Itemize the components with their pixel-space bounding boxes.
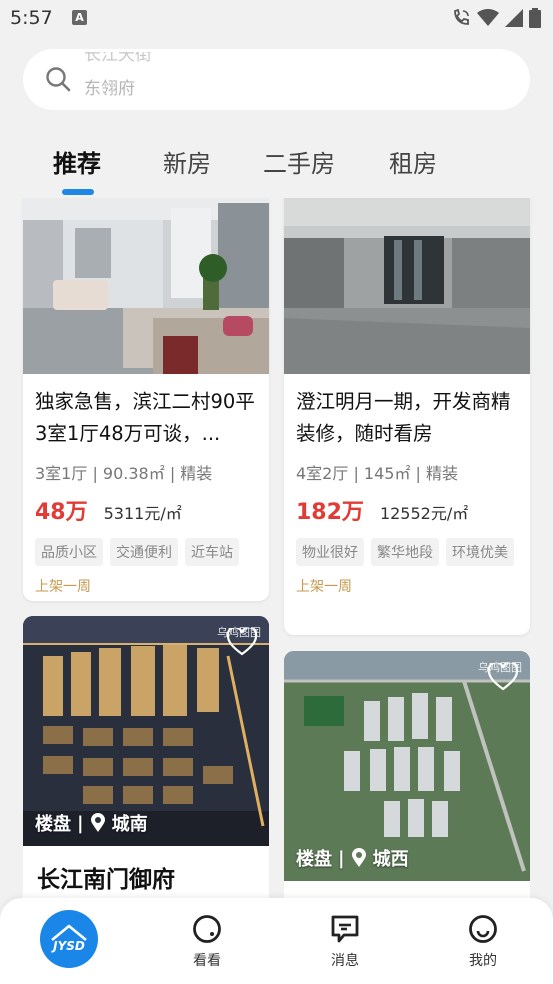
search-bar[interactable]: 长江天街 东翎府 [23, 49, 530, 110]
listing-time: 上架一周 [296, 579, 352, 595]
look-icon [193, 915, 221, 943]
tab-new-house[interactable]: 新房 [163, 144, 211, 179]
project-image: 乌鸡图图 楼盘 | 城西 [284, 651, 530, 881]
favorite-heart-icon[interactable] [488, 663, 518, 691]
nav-messages-label: 消息 [331, 953, 359, 969]
message-icon [331, 915, 359, 943]
location-pin-icon [351, 848, 366, 867]
listing-photo [23, 198, 269, 374]
nav-profile[interactable]: 我的 [453, 914, 513, 970]
search-placeholder-line1: 长江天街 [84, 52, 152, 65]
listing-unit-price: 5311元/㎡ [103, 504, 182, 523]
project-card[interactable]: 乌鸡图图 楼盘 | 城西 [284, 651, 530, 898]
listing-tag: 物业很好 [296, 538, 364, 566]
notification-icon: A [72, 10, 87, 25]
project-area: 城西 [372, 849, 409, 870]
listing-unit-price: 12552元/㎡ [379, 504, 469, 523]
listing-card[interactable]: 独家急售，滨江二村90平3室1厅48万可谈，... 3室1厅 | 90.38㎡ … [23, 198, 269, 601]
project-name: 长江南门御府 [37, 867, 175, 893]
listing-tag: 环境优美 [446, 538, 514, 566]
listing-card[interactable]: 澄江明月一期，开发商精装修，随时看房 4室2厅 | 145㎡ | 精装 182万… [284, 198, 530, 635]
project-type: 楼盘 [296, 849, 332, 870]
nav-look-label: 看看 [193, 953, 221, 969]
home-logo-button[interactable]: JYSD [40, 910, 98, 968]
listing-feed[interactable]: 独家急售，滨江二村90平3室1厅48万可谈，... 3室1厅 | 90.38㎡ … [0, 198, 553, 898]
listing-tags: 品质小区 交通便利 近车站 [35, 538, 257, 566]
nav-messages[interactable]: 消息 [315, 914, 375, 970]
house-logo-icon: JYSD [51, 924, 87, 953]
signal-icon [505, 9, 523, 27]
listing-tags: 物业很好 繁华地段 环境优美 [296, 538, 518, 566]
divider: | [77, 812, 84, 834]
listing-tag: 近车站 [185, 538, 239, 566]
favorite-heart-icon[interactable] [227, 628, 257, 656]
search-icon [46, 67, 71, 92]
nav-profile-label: 我的 [469, 953, 497, 969]
listing-tag: 繁华地段 [371, 538, 439, 566]
listing-tag: 品质小区 [35, 538, 103, 566]
project-tag: 楼盘 | 城西 [296, 845, 409, 871]
project-tag: 楼盘 | 城南 [35, 810, 148, 836]
listing-price: 48万 [35, 500, 88, 525]
logo-text: JYSD [51, 939, 85, 953]
profile-icon [469, 915, 497, 943]
status-time: 5:57 [10, 7, 53, 29]
wifi-icon [477, 9, 499, 26]
project-type: 楼盘 [35, 814, 71, 835]
tab-recommend[interactable]: 推荐 [53, 144, 101, 179]
search-placeholder-line2: 东翎府 [84, 79, 135, 96]
listing-spec: 4室2厅 | 145㎡ | 精装 [296, 464, 459, 483]
tab-second-hand[interactable]: 二手房 [263, 144, 335, 179]
project-card[interactable]: 乌鸡图图 楼盘 | 城南 长江南门御府 [23, 616, 269, 898]
project-image: 乌鸡图图 楼盘 | 城南 [23, 616, 269, 846]
listing-price: 182万 [296, 500, 364, 525]
listing-time: 上架一周 [35, 579, 91, 595]
listing-photo [284, 198, 530, 374]
divider: | [338, 847, 345, 869]
listing-tag: 交通便利 [110, 538, 178, 566]
listing-spec: 3室1厅 | 90.38㎡ | 精装 [35, 464, 213, 483]
listing-title: 澄江明月一期，开发商精装修，随时看房 [296, 390, 511, 445]
location-pin-icon [90, 813, 105, 832]
project-area: 城南 [111, 814, 148, 835]
category-tabs: 推荐 新房 二手房 租房 [0, 138, 553, 198]
tab-indicator [62, 189, 94, 195]
wifi-calling-icon [454, 8, 469, 25]
nav-look[interactable]: 看看 [177, 914, 237, 970]
battery-icon [529, 8, 541, 28]
tab-rental[interactable]: 租房 [389, 144, 437, 179]
status-icons [451, 8, 541, 28]
bottom-nav: JYSD 看看 消息 我的 [0, 898, 553, 984]
listing-title: 独家急售，滨江二村90平3室1厅48万可谈，... [35, 390, 255, 445]
status-bar: 5:57 A [0, 0, 553, 38]
